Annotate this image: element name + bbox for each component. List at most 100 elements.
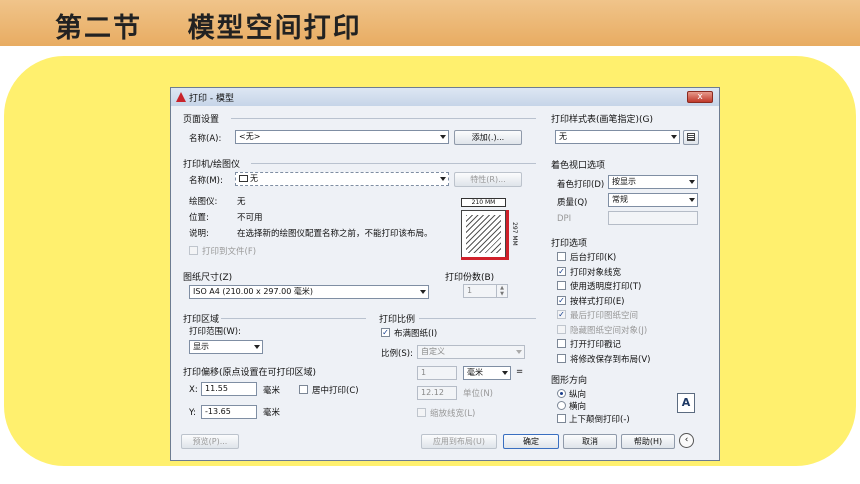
- print-to-file-checkbox[interactable]: [189, 246, 198, 255]
- edit-style-table-button[interactable]: [683, 130, 699, 145]
- offset-x-label: X:: [189, 385, 198, 395]
- portrait-radio[interactable]: [557, 389, 566, 398]
- plot-option-label: 按样式打印(E): [570, 296, 625, 307]
- upside-down-checkbox[interactable]: [557, 414, 566, 423]
- apply-to-layout-button[interactable]: 应用到布局(U): [421, 434, 497, 449]
- add-page-setup-button[interactable]: 添加(.)...: [454, 130, 522, 145]
- scale-unit-value: 毫米: [467, 368, 483, 377]
- quality-select[interactable]: 常规: [608, 193, 698, 207]
- shade-plot-label: 着色打印(D): [557, 180, 605, 190]
- style-table-select[interactable]: 无: [555, 130, 680, 144]
- plot-option-checkbox[interactable]: [557, 252, 566, 261]
- paper-size-value: ISO A4 (210.00 x 297.00 毫米): [193, 287, 313, 296]
- scale-label: 比例(S):: [381, 349, 413, 359]
- slide-title: 第二节 模型空间打印: [55, 13, 362, 44]
- description-label: 说明:: [189, 229, 209, 239]
- location-label: 位置:: [189, 213, 209, 223]
- spinner-icon[interactable]: ▲ ▼: [496, 285, 507, 297]
- printer-name-select[interactable]: 无: [235, 172, 449, 186]
- plot-option-checkbox[interactable]: ✓: [557, 266, 566, 276]
- offset-y-unit: 毫米: [263, 408, 281, 418]
- orientation-icon-letter: A: [681, 396, 691, 409]
- ok-button[interactable]: 确定: [503, 434, 559, 449]
- plot-option-checkbox[interactable]: ✓: [557, 295, 566, 305]
- printer-name-value: 无: [250, 174, 258, 183]
- plot-option-checkbox[interactable]: ✓: [557, 310, 566, 319]
- style-table-value: 无: [559, 132, 567, 141]
- upside-down-label: 上下颠倒打印(-): [569, 415, 630, 425]
- landscape-label: 横向: [569, 402, 587, 412]
- offset-y-label: Y:: [189, 408, 196, 418]
- chevron-down-icon: [502, 371, 508, 375]
- print-to-file-label: 打印到文件(F): [202, 247, 257, 257]
- plot-dialog: 打印 - 模型 x 页面设置 名称(A): <无> 添加(.)... 打印机/绘…: [170, 87, 720, 461]
- divider: [251, 163, 536, 164]
- chevron-down-icon: [516, 350, 522, 354]
- offset-y-value: -13.65: [205, 407, 231, 416]
- paper-size-select[interactable]: ISO A4 (210.00 x 297.00 毫米): [189, 285, 429, 299]
- cancel-button[interactable]: 取消: [563, 434, 617, 449]
- offset-x-value: 11.55: [205, 384, 228, 393]
- preview-height-label: 297 MM: [511, 222, 518, 246]
- plot-range-label: 打印范围(W):: [189, 327, 241, 337]
- preview-width-label: 210 MM: [461, 198, 506, 207]
- scale-value2: 12.12: [421, 388, 444, 397]
- scale-unit-select[interactable]: 毫米: [463, 366, 511, 380]
- orientation-page-icon: A: [677, 393, 695, 413]
- chevron-down-icon: [254, 345, 260, 349]
- margin-right-line: [506, 210, 509, 260]
- autocad-logo-icon: [176, 92, 186, 102]
- paper-sheet: [461, 210, 506, 258]
- plot-option-label: 将修改保存到布局(V): [570, 354, 651, 365]
- offset-y-input[interactable]: -13.65: [201, 405, 257, 419]
- plotter-value: 无: [237, 197, 246, 207]
- scale-lineweights-label: 缩放线宽(L): [430, 409, 476, 419]
- printer-name-label: 名称(M):: [189, 176, 223, 186]
- dpi-input[interactable]: [608, 211, 698, 225]
- chevron-down-icon: [689, 180, 695, 184]
- plot-range-value: 显示: [193, 342, 209, 351]
- divider: [221, 318, 366, 319]
- scale-select[interactable]: 自定义: [417, 345, 525, 359]
- page-setup-name-value: <无>: [239, 132, 261, 141]
- shade-plot-select[interactable]: 按显示: [608, 175, 698, 189]
- chevron-down-icon: [440, 135, 446, 139]
- collapse-options-button[interactable]: ‹: [679, 433, 694, 448]
- chevron-down-icon: [440, 177, 446, 181]
- plot-option-checkbox[interactable]: [557, 339, 566, 348]
- plot-option-checkbox[interactable]: [557, 324, 566, 334]
- plot-option-label: 后台打印(K): [570, 253, 617, 263]
- shade-plot-value: 按显示: [612, 177, 636, 186]
- location-value: 不可用: [237, 213, 263, 223]
- printer-properties-button[interactable]: 特性(R)...: [454, 172, 522, 187]
- divider: [419, 318, 536, 319]
- close-button[interactable]: x: [687, 91, 713, 103]
- page-setup-name-select[interactable]: <无>: [235, 130, 449, 144]
- plot-range-select[interactable]: 显示: [189, 340, 263, 354]
- printer-icon: [239, 175, 248, 182]
- help-button[interactable]: 帮助(H): [621, 434, 675, 449]
- margin-bottom-line: [461, 257, 507, 260]
- preview-button[interactable]: 预览(P)...: [181, 434, 239, 449]
- offset-x-input[interactable]: 11.55: [201, 382, 257, 396]
- shaded-viewport-section-title: 着色视口选项: [551, 161, 606, 171]
- dpi-label: DPI: [557, 214, 572, 224]
- plot-option-checkbox[interactable]: [557, 281, 566, 290]
- fit-to-paper-checkbox[interactable]: ✓: [381, 328, 390, 337]
- copies-input[interactable]: 1 ▲ ▼: [463, 284, 508, 298]
- dialog-title: 打印 - 模型: [189, 94, 234, 104]
- page-setup-section-title: 页面设置: [183, 115, 220, 125]
- scale-value2-input[interactable]: 12.12: [417, 386, 457, 400]
- scale-value1-input[interactable]: 1: [417, 366, 457, 380]
- scale-lineweights-checkbox[interactable]: [417, 408, 426, 417]
- scale-unit2-label: 单位(N): [463, 389, 493, 399]
- plot-option-checkbox[interactable]: [557, 353, 566, 363]
- plot-option-label: 打印对象线宽: [570, 267, 622, 278]
- offset-x-unit: 毫米: [263, 386, 281, 396]
- chevron-down-icon: [689, 198, 695, 202]
- plotter-label: 绘图仪:: [189, 197, 218, 207]
- copies-value: 1: [467, 286, 473, 295]
- landscape-radio[interactable]: [557, 401, 566, 410]
- scale-value: 自定义: [421, 347, 445, 356]
- center-plot-checkbox[interactable]: [299, 385, 308, 394]
